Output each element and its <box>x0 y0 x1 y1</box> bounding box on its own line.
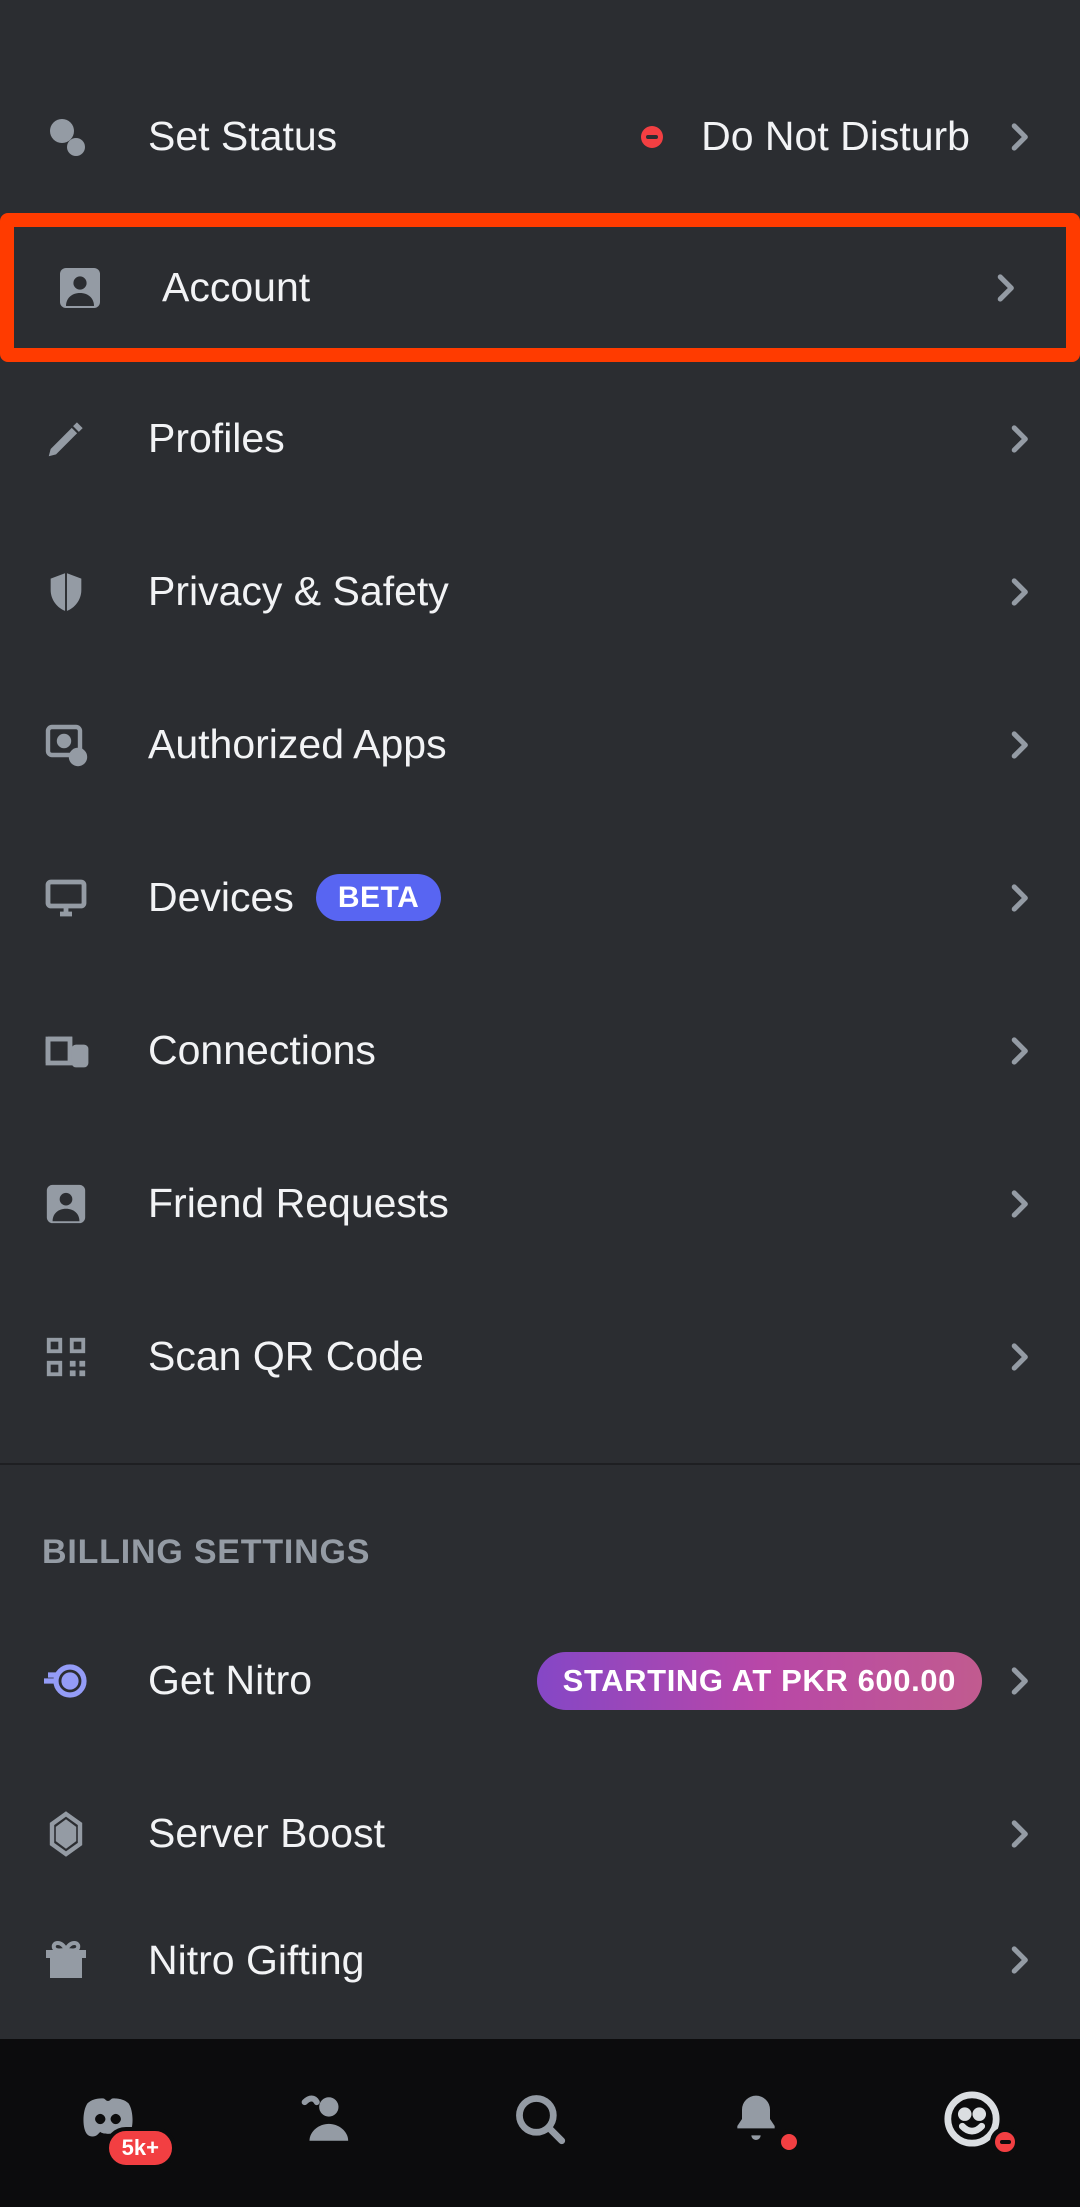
row-get-nitro[interactable]: Get Nitro STARTING AT PKR 600.00 <box>0 1604 1080 1757</box>
chevron-right-icon <box>1000 1941 1038 1979</box>
beta-badge: BETA <box>316 874 441 921</box>
chevron-right-icon <box>1000 573 1038 611</box>
chevron-right-icon <box>1000 118 1038 156</box>
servers-badge: 5k+ <box>105 2127 176 2169</box>
row-label: Connections <box>148 1027 1000 1074</box>
chevron-right-icon <box>1000 879 1038 917</box>
row-scan-qr[interactable]: Scan QR Code <box>0 1280 1080 1433</box>
row-label: Scan QR Code <box>148 1333 1000 1380</box>
nav-notifications[interactable] <box>716 2079 796 2159</box>
billing-section-header: BILLING SETTINGS <box>0 1465 1080 1604</box>
row-label: Set Status <box>148 113 641 160</box>
row-friend-requests[interactable]: Friend Requests <box>0 1127 1080 1280</box>
chevron-right-icon <box>1000 1185 1038 1223</box>
dnd-status-dot-icon <box>641 126 663 148</box>
row-label: Devices BETA <box>148 874 1000 921</box>
chevron-right-icon <box>1000 1338 1038 1376</box>
row-nitro-gifting[interactable]: Nitro Gifting <box>0 1910 1080 2010</box>
row-devices[interactable]: Devices BETA <box>0 821 1080 974</box>
shield-icon <box>42 568 90 616</box>
authorized-apps-icon <box>42 721 90 769</box>
row-label: Server Boost <box>148 1810 1000 1857</box>
row-server-boost[interactable]: Server Boost <box>0 1757 1080 1910</box>
row-label: Authorized Apps <box>148 721 1000 768</box>
row-privacy-safety[interactable]: Privacy & Safety <box>0 515 1080 668</box>
account-highlight: Account <box>0 213 1080 362</box>
row-profiles[interactable]: Profiles <box>0 362 1080 515</box>
chevron-right-icon <box>1000 1662 1038 1700</box>
settings-list: Set Status Do Not Disturb Account <box>0 60 1080 2010</box>
row-set-status[interactable]: Set Status Do Not Disturb <box>0 60 1080 213</box>
row-label: Friend Requests <box>148 1180 1000 1227</box>
account-icon <box>56 264 104 312</box>
status-icon <box>42 113 90 161</box>
pencil-icon <box>42 415 90 463</box>
row-label: Profiles <box>148 415 1000 462</box>
profile-status-dnd-icon <box>990 2127 1020 2157</box>
chevron-right-icon <box>1000 1032 1038 1070</box>
row-account[interactable]: Account <box>14 227 1066 348</box>
gift-icon <box>42 1936 90 1984</box>
chevron-right-icon <box>1000 726 1038 764</box>
chevron-right-icon <box>986 269 1024 307</box>
status-value: Do Not Disturb <box>701 113 970 160</box>
chevron-right-icon <box>1000 1815 1038 1853</box>
row-connections[interactable]: Connections <box>0 974 1080 1127</box>
boost-icon <box>42 1810 90 1858</box>
notification-dot-icon <box>776 2129 802 2155</box>
nav-search[interactable] <box>500 2079 580 2159</box>
bottom-nav: 5k+ <box>0 2039 1080 2207</box>
monitor-icon <box>42 874 90 922</box>
nav-profile[interactable] <box>932 2079 1012 2159</box>
chevron-right-icon <box>1000 420 1038 458</box>
nitro-price-pill: STARTING AT PKR 600.00 <box>537 1652 982 1710</box>
row-label: Get Nitro <box>148 1657 537 1704</box>
nav-friends[interactable] <box>284 2079 364 2159</box>
row-label: Account <box>162 264 986 311</box>
qr-icon <box>42 1333 90 1381</box>
row-label: Nitro Gifting <box>148 1937 1000 1984</box>
row-label: Privacy & Safety <box>148 568 1000 615</box>
person-icon <box>42 1180 90 1228</box>
nav-servers[interactable]: 5k+ <box>68 2079 148 2159</box>
connections-icon <box>42 1027 90 1075</box>
nitro-icon <box>42 1657 90 1705</box>
row-authorized-apps[interactable]: Authorized Apps <box>0 668 1080 821</box>
row-trailing: Do Not Disturb <box>641 113 970 160</box>
